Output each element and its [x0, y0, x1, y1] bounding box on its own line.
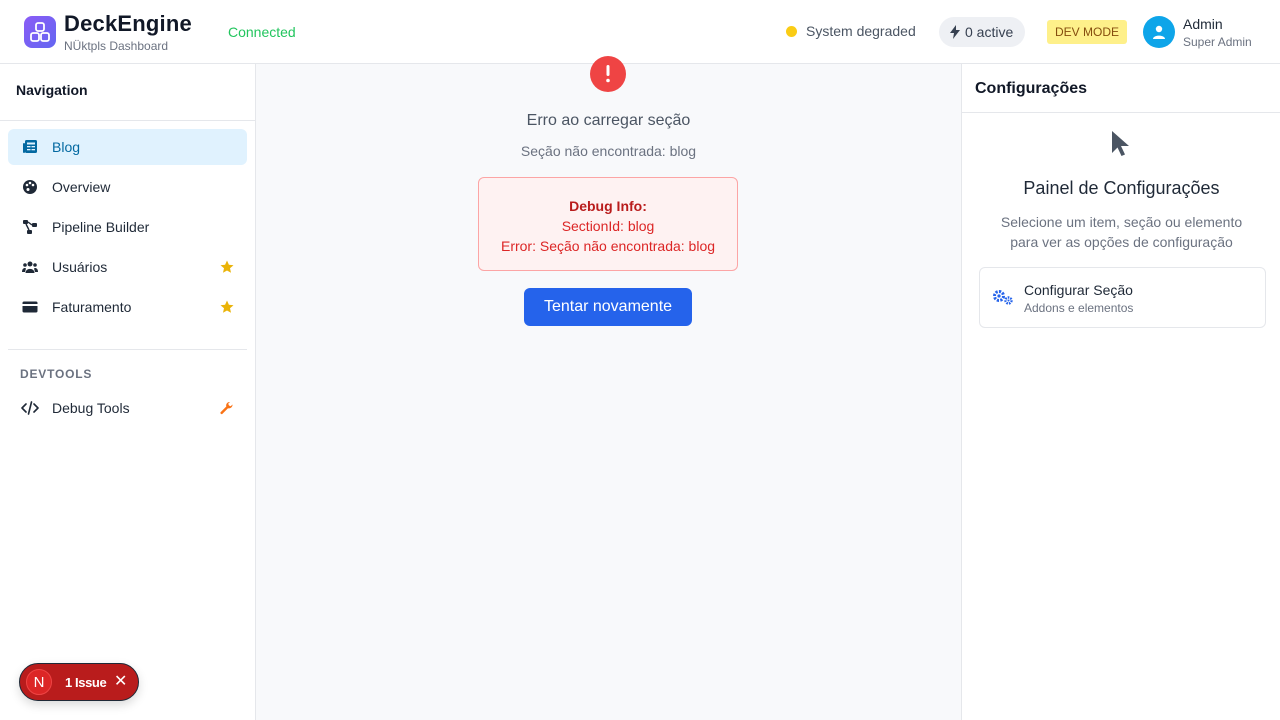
sidebar-item-overview[interactable]: Overview	[8, 169, 247, 205]
code-icon	[21, 401, 39, 415]
divider	[8, 349, 247, 350]
system-status-label: System degraded	[806, 23, 916, 39]
sidebar-item-label: Usuários	[52, 259, 108, 275]
sidebar-item-label: Blog	[52, 139, 81, 155]
sidebar-item-label: Debug Tools	[52, 400, 130, 416]
exclamation-icon	[606, 65, 610, 83]
configure-section-subtitle: Addons e elementos	[1024, 301, 1134, 315]
nextjs-logo-icon: N	[26, 669, 52, 695]
settings-panel: Configurações Painel de Configurações Se…	[961, 64, 1280, 720]
issue-count[interactable]: 1 Issue	[65, 675, 107, 690]
brand: DeckEngine NÜktpls Dashboard	[64, 11, 192, 54]
sidebar-item-label: Faturamento	[52, 299, 132, 315]
palette-icon	[23, 180, 37, 194]
sidebar: Navigation Blog Overview Pipeline Builde…	[0, 64, 256, 720]
settings-panel-title: Configurações	[975, 80, 1088, 97]
configure-section-title: Configurar Seção	[1024, 282, 1133, 298]
debug-section-id: SectionId: blog	[561, 218, 655, 234]
sidebar-item-label: Overview	[52, 179, 111, 195]
divider	[0, 120, 255, 121]
bolt-icon	[950, 25, 960, 39]
devtools-section-title: DEVTOOLS	[20, 367, 93, 381]
main-content: Erro ao carregar seção Seção não encontr…	[256, 56, 961, 720]
user-avatar[interactable]	[1143, 16, 1175, 48]
connection-status: Connected	[228, 24, 296, 40]
brand-name: DeckEngine	[64, 11, 192, 36]
pointer-cursor-icon	[1112, 131, 1129, 156]
cubes-icon	[30, 22, 50, 42]
sidebar-title: Navigation	[16, 82, 88, 98]
brand-subtitle: NÜktpls Dashboard	[64, 39, 169, 53]
credit-card-icon	[22, 301, 38, 313]
sidebar-item-usuarios[interactable]: Usuários	[8, 249, 247, 285]
close-icon[interactable]: ✕	[114, 674, 127, 690]
star-icon	[220, 300, 234, 313]
pipeline-icon	[23, 220, 37, 234]
error-icon	[590, 56, 626, 92]
settings-heading: Painel de Configurações	[1023, 178, 1220, 198]
debug-info-box: Debug Info: SectionId: blog Error: Seção…	[478, 177, 738, 271]
divider	[962, 112, 1280, 113]
star-icon	[220, 260, 234, 273]
status-dot-icon	[786, 25, 797, 37]
sidebar-item-label: Pipeline Builder	[52, 219, 150, 235]
issues-badge[interactable]: N 1 Issue ✕	[19, 663, 139, 701]
system-status[interactable]: System degraded	[786, 23, 916, 39]
user-icon	[1153, 25, 1165, 39]
user-name[interactable]: Admin	[1183, 16, 1223, 32]
active-count: 0 active	[965, 24, 1014, 40]
debug-error-line: Error: Seção não encontrada: blog	[500, 238, 716, 254]
dev-mode-badge: DEV MODE	[1047, 20, 1128, 44]
active-jobs-pill[interactable]: 0 active	[939, 17, 1026, 47]
sidebar-item-pipeline-builder[interactable]: Pipeline Builder	[8, 209, 247, 245]
debug-title: Debug Info:	[569, 198, 647, 214]
retry-button[interactable]: Tentar novamente	[524, 288, 692, 326]
sidebar-item-debug-tools[interactable]: Debug Tools	[8, 390, 247, 426]
user-role: Super Admin	[1183, 35, 1252, 49]
configure-section-card[interactable]: Configurar Seção Addons e elementos	[979, 267, 1266, 328]
sidebar-item-blog[interactable]: Blog	[8, 129, 247, 165]
newspaper-icon	[23, 140, 37, 153]
top-header: DeckEngine NÜktpls Dashboard Connected S…	[0, 0, 1280, 64]
error-message: Seção não encontrada: blog	[520, 143, 697, 159]
app-logo[interactable]	[24, 16, 56, 48]
users-icon	[22, 261, 38, 273]
error-title: Erro ao carregar seção	[526, 112, 691, 129]
wrench-icon	[220, 401, 233, 415]
settings-description: Selecione um item, seção ou elemento par…	[1000, 214, 1243, 250]
cogs-icon	[993, 290, 1013, 305]
sidebar-item-faturamento[interactable]: Faturamento	[8, 289, 247, 325]
